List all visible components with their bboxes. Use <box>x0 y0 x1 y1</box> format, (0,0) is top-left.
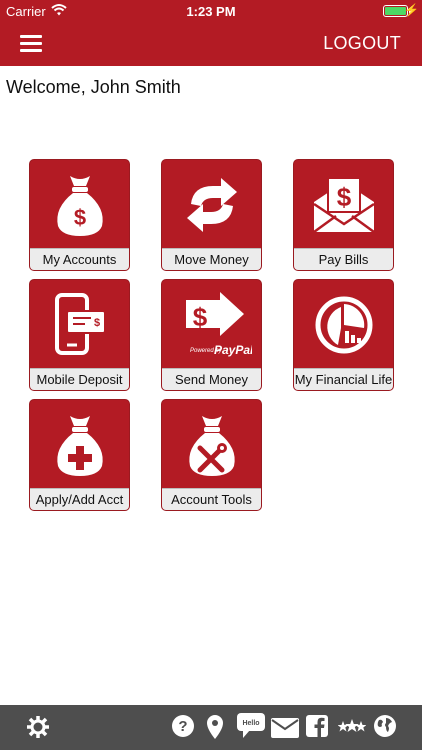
status-time: 1:23 PM <box>186 4 236 19</box>
bottom-toolbar: ? Hello <box>0 705 422 750</box>
facebook-icon[interactable] <box>306 715 328 742</box>
mail-icon[interactable] <box>271 718 299 743</box>
charging-icon: ⚡ <box>404 3 419 17</box>
phone-check-deposit-icon: $ <box>30 280 129 369</box>
envelope-dollar-icon: $ <box>294 160 393 249</box>
help-icon[interactable]: ? <box>172 715 194 742</box>
tile-label: My Accounts <box>30 248 129 270</box>
chat-hello-text: Hello <box>242 720 259 727</box>
pie-chart-icon <box>294 280 393 369</box>
tile-label: Pay Bills <box>294 248 393 270</box>
tile-label: Send Money <box>162 368 261 390</box>
tile-label: Account Tools <box>162 488 261 510</box>
globe-icon[interactable] <box>374 715 396 742</box>
tile-mobile-deposit[interactable]: $ Mobile Deposit <box>29 279 130 391</box>
paypal-send-icon: $ Powered by PayPal <box>162 280 261 369</box>
welcome-message: Welcome, John Smith <box>6 77 181 97</box>
tile-my-financial-life[interactable]: My Financial Life <box>293 279 394 391</box>
tile-label: Mobile Deposit <box>30 368 129 390</box>
tile-label: My Financial Life <box>294 368 393 390</box>
tile-send-money[interactable]: $ Powered by PayPal Send Money <box>161 279 262 391</box>
money-bag-dollar-icon: $ <box>30 160 129 249</box>
paypal-brand-text: PayPal <box>214 343 252 357</box>
tile-label: Apply/Add Acct <box>30 488 129 510</box>
location-pin-icon[interactable] <box>207 715 223 744</box>
svg-text:?: ? <box>178 718 187 735</box>
chat-hello-icon[interactable]: Hello <box>237 713 265 744</box>
nav-bar: LOGOUT <box>0 22 422 66</box>
rating-stars-icon[interactable] <box>337 719 367 740</box>
money-bag-tools-icon <box>162 400 261 489</box>
svg-text:$: $ <box>73 205 85 230</box>
svg-text:$: $ <box>93 317 99 329</box>
money-bag-plus-icon <box>30 400 129 489</box>
tile-move-money[interactable]: Move Money <box>161 159 262 271</box>
logout-button[interactable]: LOGOUT <box>323 33 401 54</box>
tile-apply-add-acct[interactable]: Apply/Add Acct <box>29 399 130 511</box>
gear-icon[interactable] <box>26 715 50 744</box>
hamburger-menu-icon[interactable] <box>20 35 42 53</box>
tile-label: Move Money <box>162 248 261 270</box>
tile-my-accounts[interactable]: $ My Accounts <box>29 159 130 271</box>
svg-text:$: $ <box>336 182 351 212</box>
refresh-arrows-icon <box>162 160 261 249</box>
tile-account-tools[interactable]: Account Tools <box>161 399 262 511</box>
svg-text:$: $ <box>192 302 207 332</box>
tile-pay-bills[interactable]: $ Pay Bills <box>293 159 394 271</box>
status-bar: Carrier 1:23 PM ⚡ <box>0 0 422 22</box>
